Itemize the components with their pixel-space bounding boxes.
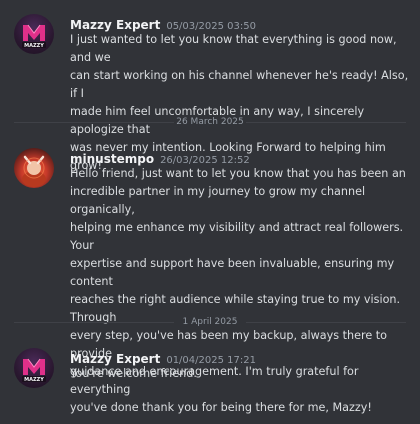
avatar[interactable]: MAZZY <box>14 348 54 388</box>
date-divider: 1 April 2025 <box>14 315 406 329</box>
avatar-logo-text: MAZZY <box>24 43 44 49</box>
divider-line <box>246 122 406 123</box>
mazzy-logo-icon: MAZZY <box>22 24 46 49</box>
date-divider: 26 March 2025 <box>14 115 406 129</box>
avatar-logo-text: MAZZY <box>24 377 44 383</box>
message: MAZZY Mazzy Expert 05/03/2025 03:50 I jus… <box>0 14 420 172</box>
avatar[interactable]: MAZZY <box>14 14 54 54</box>
divider-line <box>246 322 406 323</box>
username[interactable]: minustempo <box>70 152 154 166</box>
username[interactable]: Mazzy Expert <box>70 18 160 32</box>
message-content: You're welcome friend. <box>70 367 197 380</box>
user-photo-icon <box>22 155 46 187</box>
username[interactable]: Mazzy Expert <box>70 352 160 366</box>
message: MAZZY Mazzy Expert 01/04/2025 17:21 You'r… <box>0 348 420 392</box>
avatar[interactable] <box>14 148 54 188</box>
mazzy-logo-icon: MAZZY <box>22 358 46 383</box>
message: minustempo 26/03/2025 12:52 Hello friend,… <box>0 148 420 414</box>
